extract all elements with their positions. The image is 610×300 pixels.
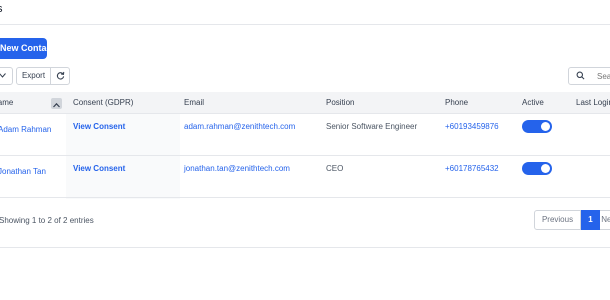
column-header-position[interactable]: Position xyxy=(326,92,354,114)
column-header-active[interactable]: Active xyxy=(522,92,544,114)
search-icon xyxy=(576,71,585,80)
contact-name-link[interactable]: Adam Rahman xyxy=(0,125,51,134)
position-text: CEO xyxy=(326,164,344,173)
new-contact-button[interactable]: New Contact xyxy=(0,38,55,59)
email-link[interactable]: jonathan.tan@zenithtech.com xyxy=(184,164,290,173)
email-link[interactable]: adam.rahman@zenithtech.com xyxy=(184,122,295,131)
toggle-knob xyxy=(541,122,550,131)
export-button[interactable]: Export xyxy=(16,67,51,85)
active-toggle[interactable] xyxy=(522,120,552,133)
page-length-select[interactable] xyxy=(0,67,13,85)
table-row: Jonathan Tan View Consent jonathan.tan@z… xyxy=(0,156,610,198)
column-header-last-login[interactable]: Last Login xyxy=(576,92,610,114)
active-toggle[interactable] xyxy=(522,162,552,175)
refresh-icon xyxy=(56,72,64,80)
view-consent-link[interactable]: View Consent xyxy=(73,164,125,173)
table-row: Adam Rahman View Consent adam.rahman@zen… xyxy=(0,114,610,156)
table-info: Showing 1 to 2 of 2 entries xyxy=(0,216,94,225)
page-header: s xyxy=(0,0,610,25)
view-consent-link[interactable]: View Consent xyxy=(73,122,125,131)
position-text: Senior Software Engineer xyxy=(326,122,418,131)
contacts-page: s New Contact Export Name Consent (GDPR)… xyxy=(0,0,610,300)
column-header-name[interactable]: Name xyxy=(0,92,13,114)
pagination-next[interactable]: Next xyxy=(600,210,610,230)
search-button[interactable] xyxy=(568,67,593,85)
table-header: Name Consent (GDPR) Email Position Phone… xyxy=(0,92,610,114)
toggle-knob xyxy=(541,164,550,173)
search-input[interactable] xyxy=(592,67,610,85)
phone-link[interactable]: +60193459876 xyxy=(445,122,499,131)
chevron-down-icon xyxy=(0,73,6,79)
new-contact-label: New Contact xyxy=(0,43,55,53)
column-header-email[interactable]: Email xyxy=(184,92,204,114)
column-header-consent[interactable]: Consent (GDPR) xyxy=(73,92,133,114)
divider xyxy=(0,247,610,248)
sort-icon[interactable] xyxy=(51,98,62,109)
contact-name-link[interactable]: Jonathan Tan xyxy=(0,167,46,176)
page-title: s xyxy=(0,3,3,15)
pagination-previous[interactable]: Previous xyxy=(534,210,581,230)
pagination-page-1[interactable]: 1 xyxy=(581,210,600,230)
phone-link[interactable]: +60178765432 xyxy=(445,164,499,173)
refresh-button[interactable] xyxy=(50,67,70,85)
column-header-phone[interactable]: Phone xyxy=(445,92,468,114)
export-label: Export xyxy=(21,71,46,80)
